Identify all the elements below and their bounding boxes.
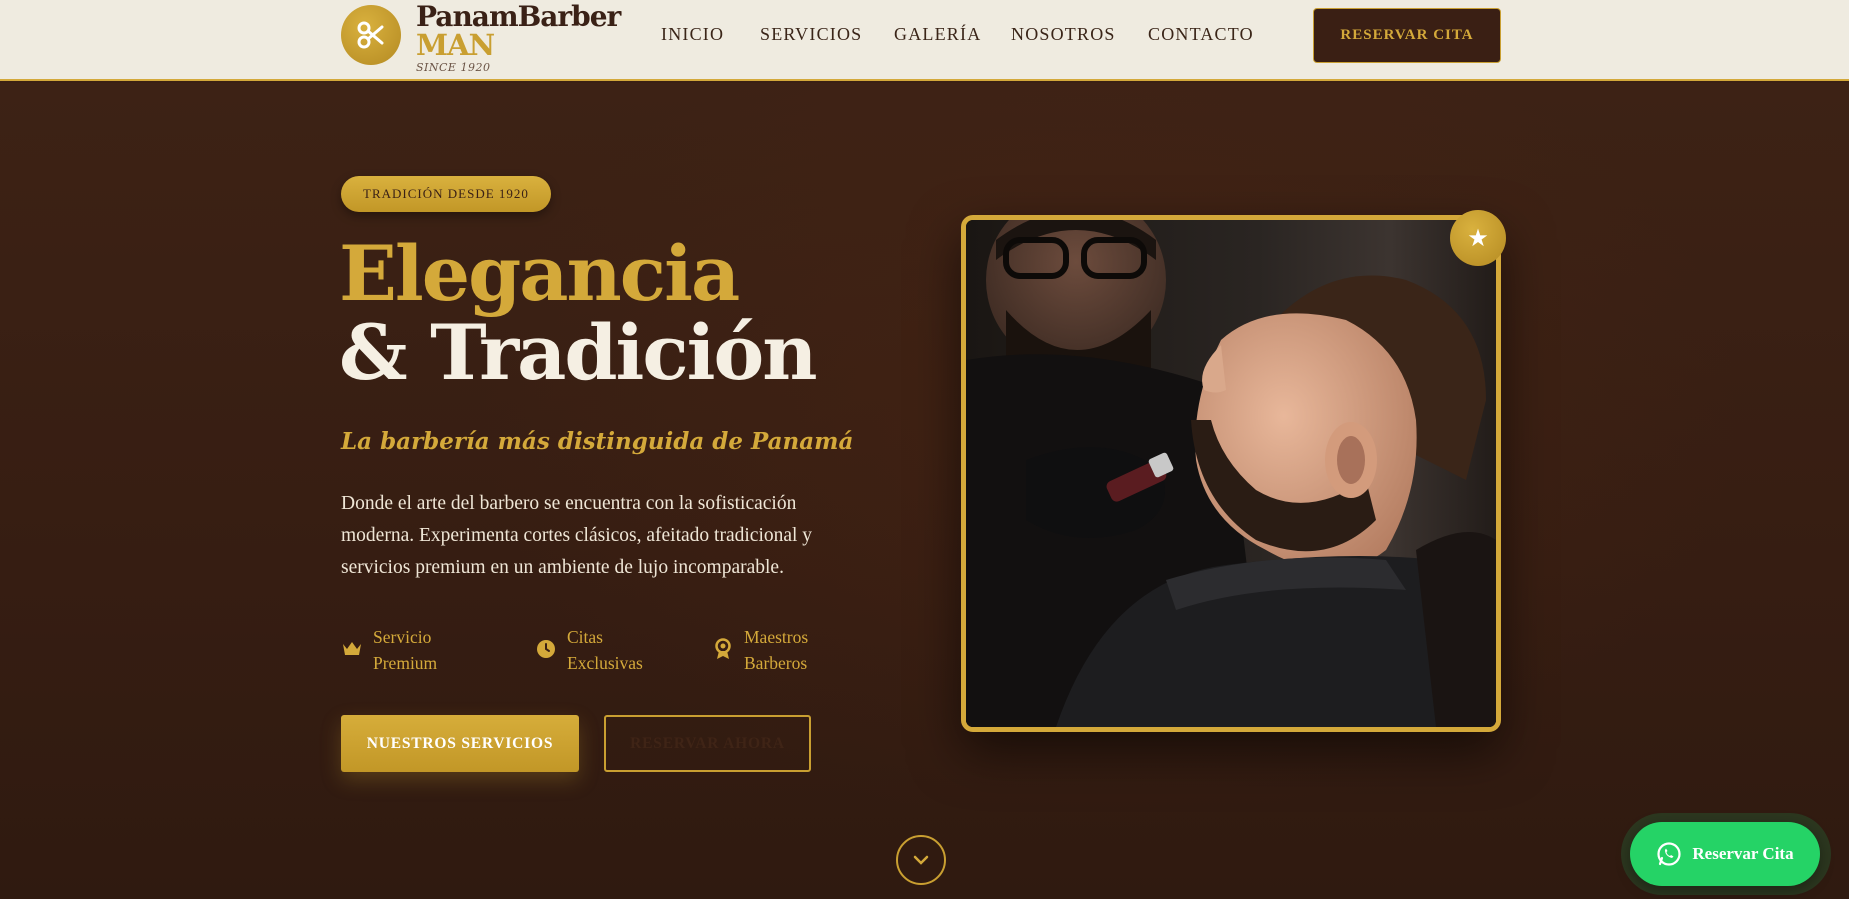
whatsapp-reserve-button[interactable]: Reservar Cita — [1630, 822, 1820, 886]
award-icon — [712, 638, 734, 660]
whatsapp-label: Reservar Cita — [1692, 844, 1794, 863]
nav-link-galeria[interactable]: GALERÍA — [894, 24, 981, 45]
hero-section — [0, 83, 1849, 899]
hero-photo — [961, 215, 1501, 732]
chevron-down-icon — [913, 855, 929, 865]
nav-link-contacto[interactable]: CONTACTO — [1148, 24, 1254, 45]
feature-label: Maestros Barberos — [744, 627, 809, 673]
nav-link-inicio[interactable]: INICIO — [661, 24, 724, 45]
scroll-down-button[interactable] — [896, 835, 946, 885]
feature-label: Citas Exclusivas — [567, 627, 643, 673]
tradition-badge: TRADICIÓN DESDE 1920 — [341, 176, 551, 212]
brand-since: SINCE 1920 — [416, 61, 491, 74]
hero-title-line1: Elegancia — [339, 229, 740, 318]
feature-premium-service: Servicio Premium — [341, 624, 437, 676]
nav-link-servicios[interactable]: SERVICIOS — [760, 24, 862, 45]
brand-subtitle: MAN — [416, 28, 495, 62]
hero-subtitle: La barbería más distinguida de Panamá — [341, 428, 854, 455]
whatsapp-icon — [1656, 841, 1682, 867]
feature-label: Servicio Premium — [373, 627, 438, 673]
top-navbar: PanamBarber MAN SINCE 1920 INICIO SERVIC… — [0, 0, 1849, 81]
nav-link-nosotros[interactable]: NOSOTROS — [1011, 24, 1116, 45]
crown-icon — [341, 638, 363, 660]
clock-icon — [535, 638, 557, 660]
star-icon: ★ — [1450, 210, 1506, 266]
feature-master-barbers: Maestros Barberos — [712, 624, 808, 676]
book-now-button[interactable]: RESERVAR AHORA — [604, 715, 811, 772]
hero-title-line2: & Tradición — [339, 308, 817, 397]
feature-exclusive-appointments: Citas Exclusivas — [535, 624, 643, 676]
hero-description: Donde el arte del barbero se encuentra c… — [341, 493, 813, 578]
our-services-button[interactable]: NUESTROS SERVICIOS — [341, 715, 579, 772]
logo-badge[interactable] — [341, 5, 401, 65]
scissors-icon — [357, 21, 384, 49]
barber-photo-illustration — [966, 220, 1496, 727]
reserve-appointment-button[interactable]: RESERVAR CITA — [1313, 8, 1501, 63]
